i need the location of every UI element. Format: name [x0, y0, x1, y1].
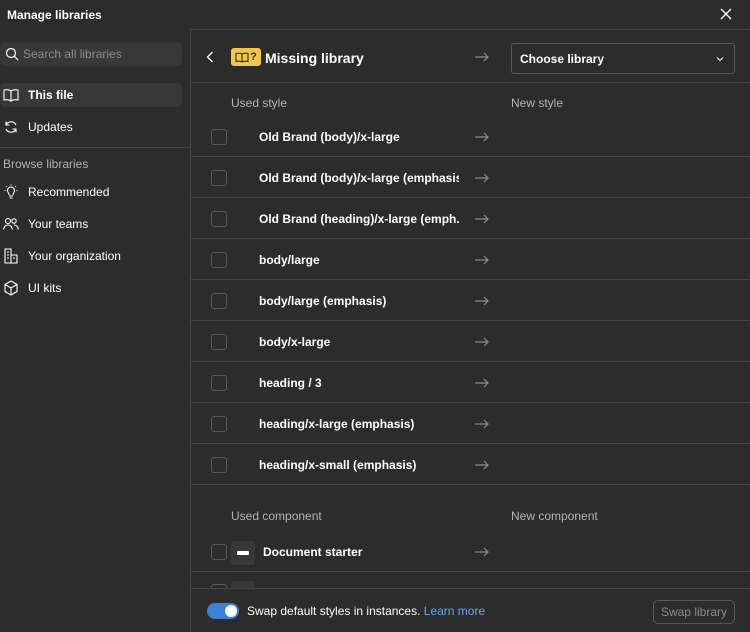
swap-default-styles-label: Swap default styles in instances. Learn …: [247, 604, 485, 618]
missing-library-title: Missing library: [265, 50, 364, 66]
window-title: Manage libraries: [7, 7, 102, 22]
search-icon: [5, 47, 19, 61]
sidebar-item-your-teams[interactable]: Your teams: [0, 212, 182, 236]
arrow-right-icon: [475, 214, 489, 224]
new-style-header: New style: [511, 96, 564, 110]
style-checkbox[interactable]: [211, 129, 227, 145]
lightbulb-icon: [3, 184, 19, 200]
sidebar-item-your-organization[interactable]: Your organization: [0, 244, 182, 268]
style-row: heading/x-large (emphasis): [191, 403, 750, 444]
sidebar-item-label: This file: [28, 88, 74, 102]
style-name: body/large (emphasis): [259, 294, 387, 308]
component-thumbnail-partial: [231, 581, 255, 588]
missing-library-badge: ?: [231, 48, 261, 66]
style-checkbox[interactable]: [211, 211, 227, 227]
library-header: ? Missing library Choose library: [191, 29, 750, 83]
arrow-right-icon: [475, 296, 489, 306]
style-name: Old Brand (body)/x-large: [259, 130, 400, 144]
book-icon: [235, 52, 249, 63]
footer-bar: Swap default styles in instances. Learn …: [191, 588, 750, 632]
main-panel: ? Missing library Choose library Used st…: [191, 29, 750, 632]
chevron-down-icon: [716, 55, 724, 63]
swap-default-styles-toggle[interactable]: [207, 603, 239, 619]
style-checkbox[interactable]: [211, 416, 227, 432]
used-component-header: Used component: [231, 509, 322, 523]
choose-library-label: Choose library: [520, 51, 605, 66]
learn-more-link[interactable]: Learn more: [424, 604, 485, 618]
people-icon: [3, 216, 19, 232]
sidebar-divider: [0, 147, 190, 148]
style-name: body/large: [259, 253, 320, 267]
chevron-left-icon: [206, 51, 213, 63]
close-icon: [720, 8, 732, 20]
style-row: body/large (emphasis): [191, 280, 750, 321]
style-name: heading/x-small (emphasis): [259, 458, 417, 472]
arrow-right-icon: [475, 547, 489, 557]
style-checkbox[interactable]: [211, 334, 227, 350]
component-checkbox[interactable]: [211, 544, 227, 560]
style-checkbox[interactable]: [211, 375, 227, 391]
badge-question-mark: ?: [250, 51, 257, 63]
style-row: heading / 3: [191, 362, 750, 403]
style-name: body/x-large: [259, 335, 331, 349]
style-row: body/x-large: [191, 321, 750, 362]
arrow-right-icon: [475, 378, 489, 388]
used-style-header: Used style: [231, 96, 288, 110]
search-box[interactable]: [0, 42, 182, 66]
style-row: Old Brand (heading)/x-large (emph...: [191, 198, 750, 239]
style-name: Old Brand (heading)/x-large (emph...: [259, 212, 459, 226]
style-name: heading/x-large (emphasis): [259, 417, 415, 431]
component-row: Document starter: [191, 531, 750, 572]
choose-library-dropdown[interactable]: Choose library: [511, 43, 735, 74]
title-bar: Manage libraries: [0, 0, 750, 29]
style-row: Old Brand (body)/x-large (emphasis): [191, 157, 750, 198]
sidebar-item-ui-kits[interactable]: UI kits: [0, 276, 182, 300]
search-input[interactable]: [23, 47, 173, 61]
arrow-right-icon: [475, 52, 489, 62]
refresh-icon: [3, 119, 19, 135]
style-name: heading / 3: [259, 376, 322, 390]
style-name: Old Brand (body)/x-large (emphasis): [259, 171, 459, 185]
toggle-knob: [225, 605, 237, 617]
style-checkbox[interactable]: [211, 252, 227, 268]
style-row: heading/x-small (emphasis): [191, 444, 750, 485]
sidebar-item-label: Updates: [28, 120, 73, 134]
component-thumbnail: [231, 541, 255, 565]
arrow-right-icon: [475, 460, 489, 470]
sidebar: This file Updates Browse libraries Recom…: [0, 29, 190, 632]
sidebar-item-label: Recommended: [28, 185, 110, 199]
arrow-right-icon: [475, 255, 489, 265]
sidebar-item-label: Your organization: [28, 249, 121, 263]
close-button[interactable]: [718, 6, 734, 22]
book-icon: [3, 87, 19, 103]
component-name: Document starter: [263, 545, 363, 559]
building-icon: [3, 248, 19, 264]
swap-text: Swap default styles in instances.: [247, 604, 421, 618]
style-checkbox[interactable]: [211, 457, 227, 473]
style-row: body/large: [191, 239, 750, 280]
swap-library-button[interactable]: Swap library: [653, 600, 735, 624]
new-component-header: New component: [511, 509, 598, 523]
sidebar-item-recommended[interactable]: Recommended: [0, 180, 182, 204]
arrow-right-icon: [475, 337, 489, 347]
style-checkbox[interactable]: [211, 293, 227, 309]
arrow-right-icon: [475, 173, 489, 183]
sidebar-item-label: UI kits: [28, 281, 62, 295]
arrow-right-icon: [475, 132, 489, 142]
back-button[interactable]: [203, 50, 217, 64]
cube-icon: [3, 280, 19, 296]
style-checkbox[interactable]: [211, 170, 227, 186]
sidebar-item-updates[interactable]: Updates: [0, 115, 182, 139]
arrow-right-icon: [475, 419, 489, 429]
style-row: Old Brand (body)/x-large: [191, 116, 750, 157]
sidebar-item-label: Your teams: [28, 217, 89, 231]
browse-libraries-heading: Browse libraries: [3, 157, 89, 171]
sidebar-item-this-file[interactable]: This file: [0, 83, 182, 107]
